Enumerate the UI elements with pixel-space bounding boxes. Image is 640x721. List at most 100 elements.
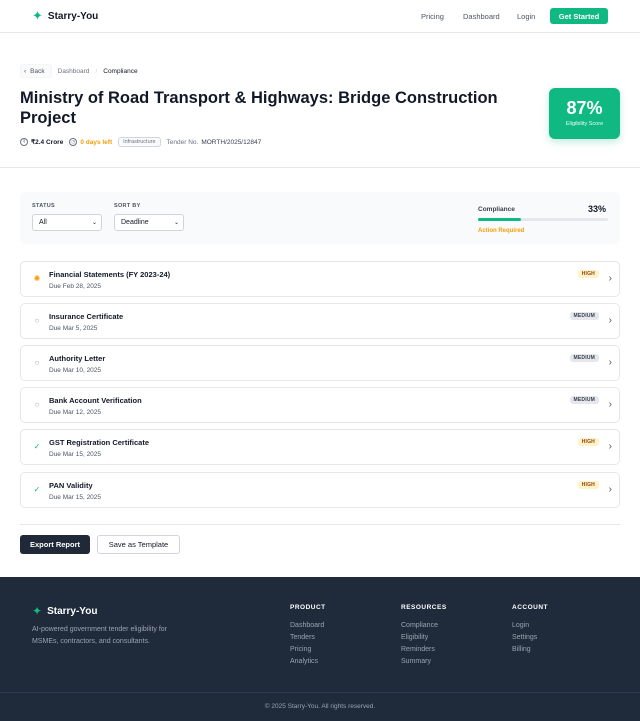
project-value-text: ₹2.4 Crore [31,139,64,146]
breadcrumb-item-dashboard[interactable]: Dashboard [58,68,90,75]
breadcrumb-item-compliance: Compliance [103,67,138,75]
status-icon: ○ [34,358,40,367]
document-row[interactable]: ✓ PAN Validity Due Mar 15, 2025 HIGH › [20,472,620,508]
actions-divider [20,524,620,525]
breadcrumb: ‹ Back Dashboard / Compliance [20,63,138,79]
compliance-value: 33% [588,204,607,214]
days-left-text: 0 days left [80,138,113,146]
priority-badge: HIGH [577,481,599,489]
status-select-value: All [39,219,47,226]
footer-heading: PRODUCT [290,604,326,611]
project-meta: ₹ ₹2.4 Crore ◷ 0 days left Infrastructur… [20,137,261,147]
top-nav: ✦ Starry-You Pricing Dashboard Login Get… [0,0,640,33]
footer-link[interactable]: Billing [512,644,548,656]
priority-badge: MEDIUM [569,354,599,362]
footer-link[interactable]: Login [512,620,548,632]
chevron-right-icon: › [608,273,612,284]
footer-column-resources: RESOURCES Compliance Eligibility Reminde… [401,604,447,668]
document-row[interactable]: ✺ Financial Statements (FY 2023-24) Due … [20,261,620,297]
brand-logo[interactable]: ✦ Starry-You [32,9,98,23]
status-icon: ○ [34,400,40,409]
status-icon: ✺ [33,274,41,283]
back-label: Back [30,67,45,75]
footer-link[interactable]: Compliance [401,620,447,632]
priority-badge: HIGH [577,270,599,278]
compliance-progress [478,218,608,221]
chevron-right-icon: › [608,399,612,410]
project-value: ₹ ₹2.4 Crore [20,138,63,146]
footer-link[interactable]: Dashboard [290,620,326,632]
document-row[interactable]: ○ Authority Letter Due Mar 10, 2025 MEDI… [20,345,620,381]
document-name: Authority Letter [49,354,106,363]
chevron-right-icon: › [608,315,612,326]
document-name: Insurance Certificate [49,312,124,321]
document-name: PAN Validity [49,481,93,490]
sort-select[interactable]: Deadline ⌄ [114,214,184,231]
footer-column-account: ACCOUNT Login Settings Billing [512,604,548,656]
nav-link-login[interactable]: Login [517,12,535,21]
save-as-template-button[interactable]: Save as Template [97,535,180,554]
footer: ✦ Starry-You AI-powered government tende… [0,577,640,721]
sparkle-icon: ✦ [32,8,43,23]
footer-divider [0,692,640,693]
document-due-date: Due Feb 28, 2025 [49,283,102,290]
document-row[interactable]: ○ Bank Account Verification Due Mar 12, … [20,387,620,423]
footer-link[interactable]: Settings [512,632,548,644]
copyright: © 2025 Starry-You. All rights reserved. [264,703,376,710]
footer-link[interactable]: Reminders [401,644,447,656]
category-tag: Infrastructure [118,137,161,147]
status-icon: ○ [34,316,40,325]
eligibility-score-value: 87% [566,98,603,118]
export-report-button[interactable]: Export Report [20,535,90,554]
chevron-left-icon: ‹ [24,67,27,75]
priority-badge: MEDIUM [569,312,599,320]
chevron-down-icon: ⌄ [91,220,97,226]
footer-logo[interactable]: ✦ Starry-You [32,605,97,618]
nav-link-dashboard[interactable]: Dashboard [463,12,500,21]
footer-heading: RESOURCES [401,604,447,611]
document-due-date: Due Mar 5, 2025 [49,325,98,332]
footer-link[interactable]: Tenders [290,632,326,644]
footer-link[interactable]: Analytics [290,656,326,668]
chevron-right-icon: › [608,484,612,495]
section-divider [0,167,640,168]
rupee-icon: ₹ [20,138,28,146]
status-icon: ✓ [33,442,41,451]
status-filter-label: STATUS [32,203,55,209]
breadcrumb-separator: / [95,67,98,75]
chevron-right-icon: › [608,357,612,368]
document-name: Financial Statements (FY 2023-24) [49,270,171,279]
compliance-progress-fill [478,218,521,221]
document-due-date: Due Mar 10, 2025 [49,367,102,374]
document-due-date: Due Mar 15, 2025 [49,451,102,458]
footer-tagline: AI-powered government tender eligibility… [32,626,168,645]
get-started-button[interactable]: Get Started [550,8,608,24]
document-name: GST Registration Certificate [49,438,150,447]
document-name: Bank Account Verification [49,396,142,405]
footer-brand-name: Starry-You [47,606,98,617]
eligibility-score-card: 87% Eligibility Score [549,88,620,139]
sort-select-value: Deadline [121,219,149,226]
page-title: Ministry of Road Transport & Highways: B… [20,89,498,127]
compliance-label: Compliance [478,206,515,213]
footer-heading: ACCOUNT [512,604,548,611]
document-row[interactable]: ✓ GST Registration Certificate Due Mar 1… [20,429,620,465]
compliance-status: Action Required [478,228,525,234]
footer-link[interactable]: Eligibility [401,632,447,644]
priority-badge: HIGH [577,438,599,446]
status-select[interactable]: All ⌄ [32,214,102,231]
priority-badge: MEDIUM [569,396,599,404]
nav-link-pricing[interactable]: Pricing [421,12,444,21]
sparkle-icon: ✦ [32,604,43,618]
brand-name: Starry-You [47,10,99,22]
sort-filter-label: SORT BY [114,203,141,209]
eligibility-score-label: Eligibility Score [565,121,604,127]
filter-panel: STATUS All ⌄ SORT BY Deadline ⌄ Complian… [20,192,620,244]
footer-column-product: PRODUCT Dashboard Tenders Pricing Analyt… [290,604,326,668]
footer-link[interactable]: Summary [401,656,447,668]
document-row[interactable]: ○ Insurance Certificate Due Mar 5, 2025 … [20,303,620,339]
back-button[interactable]: ‹ Back [20,64,52,78]
chevron-down-icon: ⌄ [173,220,179,226]
footer-link[interactable]: Pricing [290,644,326,656]
clock-icon: ◷ [69,138,78,146]
